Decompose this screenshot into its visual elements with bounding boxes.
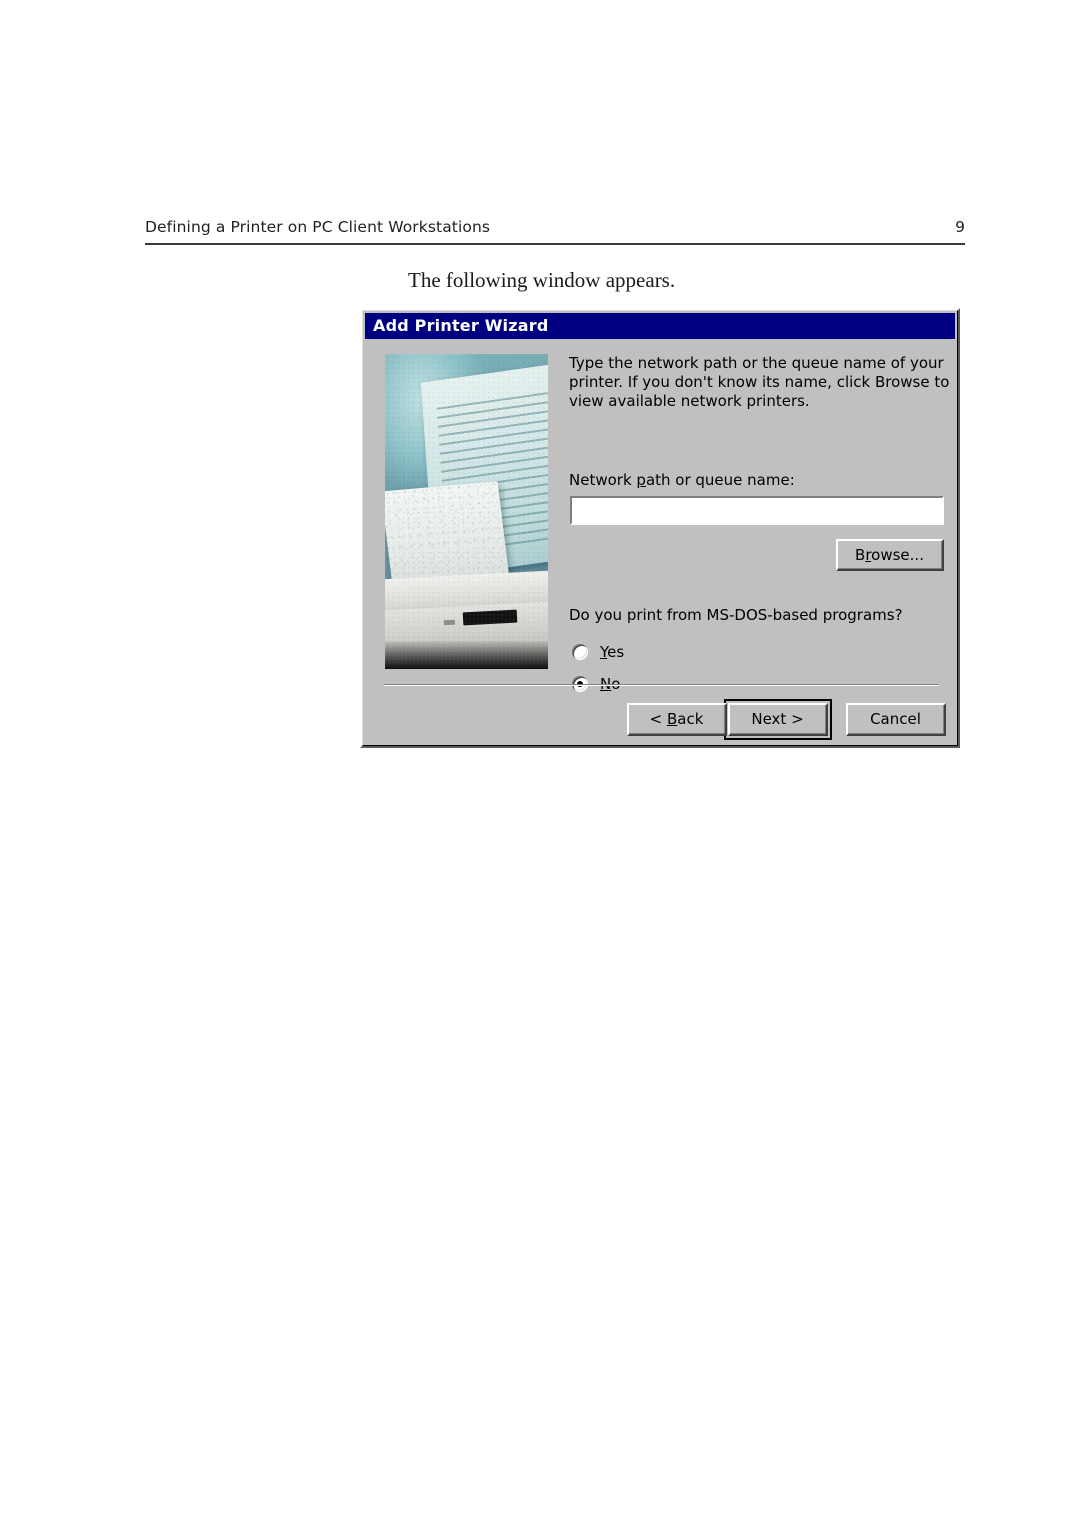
next-button-label: Next > — [751, 710, 804, 728]
network-path-input[interactable] — [570, 496, 944, 525]
page-header-title: Defining a Printer on PC Client Workstat… — [145, 218, 491, 236]
back-button[interactable]: < Back — [627, 703, 727, 736]
dialog-titlebar: Add Printer Wizard — [365, 313, 955, 339]
radio-yes-label: Yes — [600, 643, 624, 661]
browse-label-post: owse... — [871, 545, 924, 564]
cancel-button[interactable]: Cancel — [846, 703, 946, 736]
radio-yes-rest: es — [607, 643, 625, 661]
illustration-printer-button — [443, 619, 456, 626]
next-button[interactable]: Next > — [728, 703, 828, 736]
back-label-post: ack — [677, 710, 704, 728]
instruction-text: Type the network path or the queue name … — [569, 354, 950, 410]
cancel-button-label: Cancel — [870, 710, 921, 728]
browse-button-face: Browse... — [838, 541, 942, 569]
msdos-question-label: Do you print from MS-DOS-based programs? — [569, 606, 903, 624]
illustration-printer-slot — [462, 609, 518, 625]
page-number: 9 — [955, 218, 965, 236]
illustration-shadow — [385, 640, 548, 669]
back-label-pre: < — [649, 710, 667, 728]
wizard-illustration — [385, 354, 548, 669]
back-label-accel: B — [666, 710, 678, 728]
back-button-face: < Back — [629, 705, 725, 734]
header-rule — [145, 243, 965, 245]
radio-option-yes[interactable]: Yes — [572, 642, 624, 662]
radio-yes-icon[interactable] — [572, 644, 588, 660]
next-button-face: Next > — [730, 705, 826, 734]
dialog-title: Add Printer Wizard — [373, 316, 549, 335]
body-paragraph: The following window appears. — [408, 268, 676, 292]
cancel-button-face: Cancel — [848, 705, 944, 734]
network-path-label-post: ath or queue name: — [645, 471, 795, 489]
network-path-label-accel: p — [636, 471, 646, 489]
network-path-label-pre: Network — [569, 471, 637, 489]
browse-button[interactable]: Browse... — [836, 539, 944, 571]
browse-label-pre: B — [855, 545, 866, 564]
add-printer-wizard-dialog: Add Printer Wizard Type the network path… — [360, 308, 960, 748]
network-path-label: Network path or queue name: — [569, 471, 795, 489]
footer-separator — [384, 684, 938, 686]
